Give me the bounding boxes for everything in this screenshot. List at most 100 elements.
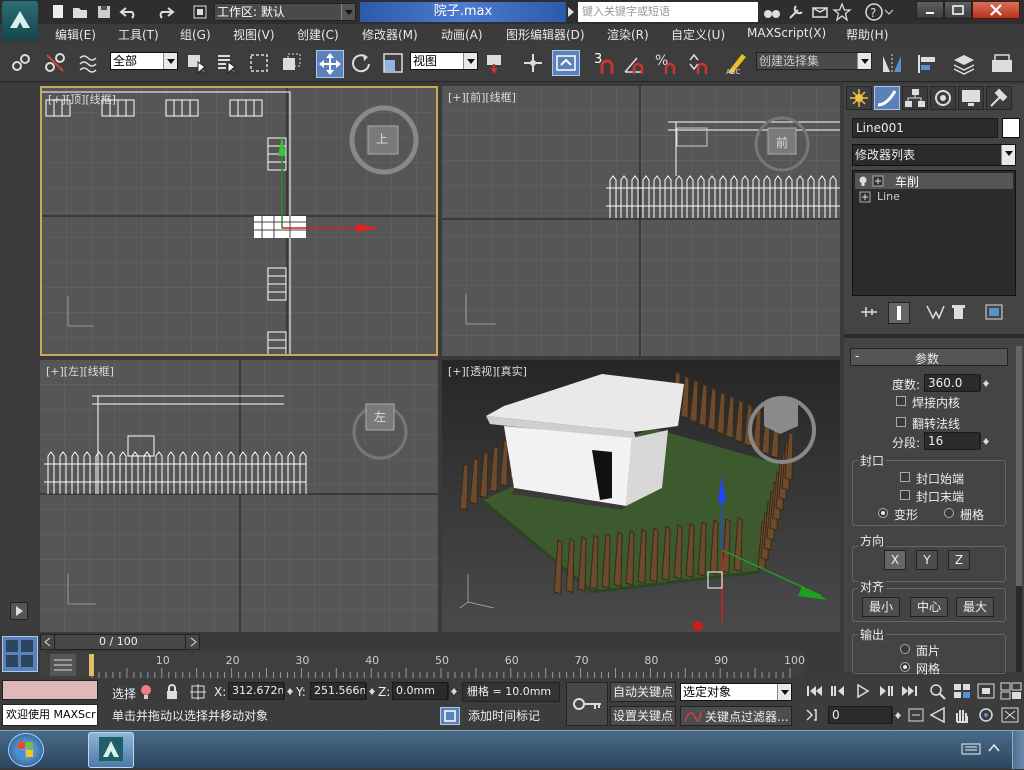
tab-modify[interactable] [874,86,900,110]
start-button[interactable] [8,733,44,767]
open-file-icon[interactable] [70,2,92,24]
key-filters-button[interactable]: 关键点过滤器... [680,706,792,726]
panel-scrollbar[interactable] [1016,346,1022,672]
x-coord-field[interactable]: 312.672mm [228,682,284,700]
field-of-view-icon[interactable] [928,706,950,728]
viewport-label-front[interactable]: [+][前][线框] [448,89,516,105]
x-coord-spinner[interactable] [284,683,294,699]
pan-hand-icon[interactable] [952,706,974,728]
remove-modifier-icon[interactable] [948,302,970,324]
auto-key-button[interactable]: 自动关键点 [610,682,676,702]
align-min-button[interactable]: 最小 [862,597,900,617]
direction-y-button[interactable]: Y [916,550,938,570]
scale-tool-icon[interactable] [382,52,404,74]
edit-named-selection-icon[interactable]: ABC [724,50,750,76]
segments-field[interactable]: 16 [924,432,980,450]
menu-modifiers[interactable]: 修改器(M) [362,26,418,43]
graphite-ribbon-icon[interactable] [990,52,1012,74]
viewcube-left-face[interactable]: 左 [374,408,386,425]
pin-stack-icon[interactable] [858,302,880,324]
minimize-button[interactable] [916,1,944,19]
snaps-toggle[interactable]: 3 [592,52,618,76]
make-unique-icon[interactable] [924,302,946,324]
menu-tools[interactable]: 工具(T) [118,26,159,43]
select-object-icon[interactable] [186,52,208,75]
tab-hierarchy[interactable] [902,86,928,110]
maxscript-listener-pink[interactable] [2,680,98,700]
patch-radio[interactable] [900,644,910,654]
menu-graph-editors[interactable]: 图形编辑器(D) [506,26,585,43]
tray-expand-icon[interactable] [986,739,1008,761]
percent-snap-icon[interactable]: % [654,52,676,74]
reference-coordinate-system[interactable]: 视图 [410,52,478,70]
z-coord-spinner[interactable] [448,683,458,699]
tab-create[interactable] [846,86,872,110]
mesh-radio[interactable] [900,662,910,672]
go-to-end-icon[interactable] [900,682,922,704]
maximize-viewport-icon[interactable] [1000,706,1022,728]
menu-views[interactable]: 视图(V) [233,26,275,43]
align-icon[interactable] [916,52,938,74]
set-key-mode-button[interactable] [566,682,608,726]
selection-filter[interactable]: 全部 [110,52,178,70]
select-manipulate-icon[interactable] [522,52,544,74]
zoom-extents-icon[interactable] [976,682,998,704]
bind-spacewarp-icon[interactable] [78,52,100,74]
params-rollout-header[interactable]: - 参数 [850,348,1008,366]
binoculars-icon[interactable] [762,2,784,24]
menu-rendering[interactable]: 渲染(R) [607,26,649,43]
link-icon[interactable] [10,52,32,74]
keyboard-tray-icon[interactable] [960,739,982,761]
app-logo-icon[interactable] [2,1,38,41]
tab-utilities[interactable] [986,86,1012,110]
menu-create[interactable]: 创建(C) [297,26,339,43]
viewport-label-left[interactable]: [+][左][线框] [46,363,114,379]
unlink-icon[interactable] [44,52,66,74]
viewport-layout-button[interactable] [2,636,38,672]
window-crossing-icon[interactable] [280,52,302,74]
search-input[interactable]: 键入关键字或短语 [578,2,758,22]
tab-display[interactable] [958,86,984,110]
previous-frame-icon[interactable] [828,682,850,704]
project-folder-icon[interactable] [190,2,212,24]
modifier-list-dropdown[interactable]: 修改器列表 [852,144,1016,166]
redo-icon[interactable] [154,2,176,24]
time-config-icon[interactable] [906,706,928,728]
cap-start-checkbox[interactable] [900,472,910,482]
named-selection-sets[interactable]: 创建选择集 [756,52,872,70]
lightbulb-icon[interactable] [857,173,887,189]
menu-help[interactable]: 帮助(H) [846,26,888,43]
time-next-button[interactable] [185,635,199,649]
direction-z-button[interactable]: Z [948,550,970,570]
lock-selection-icon[interactable] [162,682,184,704]
play-icon[interactable] [852,682,874,704]
viewport-label-perspective[interactable]: [+][透视][真实] [448,363,527,379]
y-coord-field[interactable]: 251.566mm [310,682,366,700]
segments-spinner[interactable] [980,433,990,449]
set-key-button[interactable]: 设置关键点 [610,706,676,726]
object-name-field[interactable]: Line001 [852,118,998,138]
new-file-icon[interactable] [48,2,70,24]
show-end-result-icon[interactable] [888,302,910,324]
key-mode-toggle-icon[interactable] [804,706,826,728]
go-to-start-icon[interactable] [804,682,826,704]
current-frame-spinner[interactable] [892,707,902,723]
communication-icon[interactable] [810,2,832,24]
move-tool-icon[interactable] [316,50,344,78]
favorites-star-icon[interactable] [832,2,854,24]
add-time-tag[interactable]: 添加时间标记 [464,706,560,726]
show-desktop-button[interactable] [1012,731,1024,769]
save-file-icon[interactable] [94,2,116,24]
object-color-swatch[interactable] [1002,118,1020,138]
key-filter-selection[interactable]: 选定对象 [680,683,792,701]
menu-maxscript[interactable]: MAXScript(X) [747,26,826,40]
subscription-icon[interactable] [786,2,808,24]
orbit-icon[interactable] [976,706,998,728]
isolate-icon[interactable] [136,682,158,704]
search-arrow-icon[interactable] [566,4,576,20]
time-tag-icon[interactable] [440,707,460,725]
time-prev-button[interactable] [41,635,55,649]
stack-item-lathe[interactable]: 车削 [855,173,1013,189]
viewport-label-top[interactable]: [+][顶][线框] [48,91,116,107]
menu-animation[interactable]: 动画(A) [441,26,483,43]
